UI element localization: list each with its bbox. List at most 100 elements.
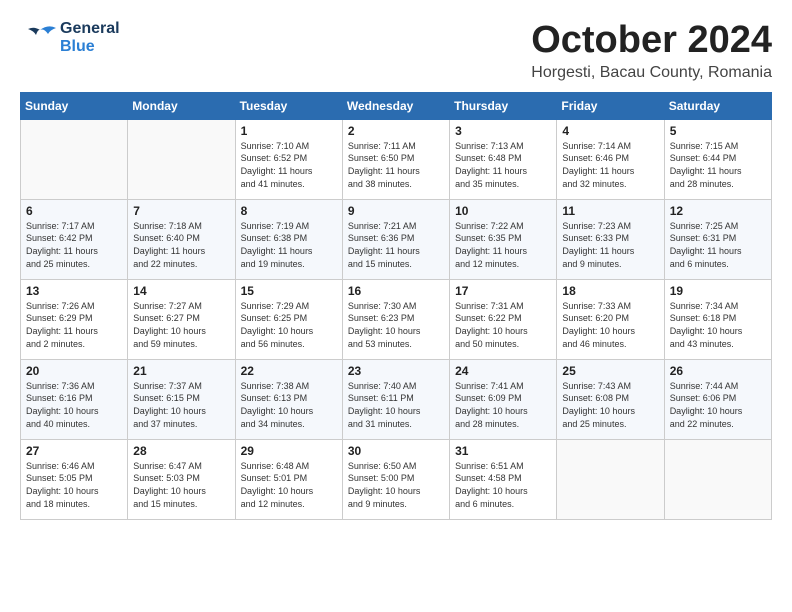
day-number: 2 [348,124,444,138]
calendar-cell: 9 Sunrise: 7:21 AM Sunset: 6:36 PM Daylig… [342,199,449,279]
calendar-cell: 30 Sunrise: 6:50 AM Sunset: 5:00 PM Dayli… [342,439,449,519]
day-info: Sunrise: 7:34 AM Sunset: 6:18 PM Dayligh… [670,300,766,350]
calendar-header-row: SundayMondayTuesdayWednesdayThursdayFrid… [21,92,772,119]
calendar-cell: 7Sunrise: 7:18 AM Sunset: 6:40 PM Daylig… [128,199,235,279]
calendar-cell [21,119,128,199]
location: Horgesti, Bacau County, Romania [531,64,772,82]
day-number: 3 [455,124,551,138]
day-info: Sunrise: 7:19 AM Sunset: 6:38 PM Dayligh… [241,220,337,270]
calendar-cell: 19Sunrise: 7:34 AM Sunset: 6:18 PM Dayli… [664,279,771,359]
day-number: 14 [133,284,229,298]
day-info: Sunrise: 7:33 AM Sunset: 6:20 PM Dayligh… [562,300,658,350]
day-number: 29 [241,444,337,458]
day-info: Sunrise: 6:50 AM Sunset: 5:00 PM Dayligh… [348,460,444,510]
day-info: Sunrise: 7:41 AM Sunset: 6:09 PM Dayligh… [455,380,551,430]
day-number: 23 [348,364,444,378]
calendar-cell: 4 Sunrise: 7:14 AM Sunset: 6:46 PM Daylig… [557,119,664,199]
day-number: 21 [133,364,229,378]
logo-name: General Blue [60,20,120,55]
calendar-cell: 24 Sunrise: 7:41 AM Sunset: 6:09 PM Dayli… [450,359,557,439]
calendar-cell: 13 Sunrise: 7:26 AM Sunset: 6:29 PM Dayli… [21,279,128,359]
calendar-cell [664,439,771,519]
day-number: 16 [348,284,444,298]
calendar-cell: 3 Sunrise: 7:13 AM Sunset: 6:48 PM Daylig… [450,119,557,199]
day-info: Sunrise: 7:13 AM Sunset: 6:48 PM Dayligh… [455,140,551,190]
day-number: 18 [562,284,658,298]
calendar-cell: 17 Sunrise: 7:31 AM Sunset: 6:22 PM Dayli… [450,279,557,359]
day-number: 22 [241,364,337,378]
calendar-cell: 22Sunrise: 7:38 AM Sunset: 6:13 PM Dayli… [235,359,342,439]
day-info: Sunrise: 7:10 AM Sunset: 6:52 PM Dayligh… [241,140,337,190]
calendar-week-row: 1 Sunrise: 7:10 AM Sunset: 6:52 PM Daylig… [21,119,772,199]
day-info: Sunrise: 7:14 AM Sunset: 6:46 PM Dayligh… [562,140,658,190]
day-number: 17 [455,284,551,298]
calendar-table: SundayMondayTuesdayWednesdayThursdayFrid… [20,92,772,520]
day-info: Sunrise: 7:11 AM Sunset: 6:50 PM Dayligh… [348,140,444,190]
calendar-cell: 15Sunrise: 7:29 AM Sunset: 6:25 PM Dayli… [235,279,342,359]
calendar-cell: 23 Sunrise: 7:40 AM Sunset: 6:11 PM Dayli… [342,359,449,439]
calendar-week-row: 13 Sunrise: 7:26 AM Sunset: 6:29 PM Dayli… [21,279,772,359]
calendar-cell: 14 Sunrise: 7:27 AM Sunset: 6:27 PM Dayli… [128,279,235,359]
logo-blue-text: Blue [60,38,120,56]
day-number: 13 [26,284,122,298]
day-info: Sunrise: 7:31 AM Sunset: 6:22 PM Dayligh… [455,300,551,350]
calendar-cell: 27 Sunrise: 6:46 AM Sunset: 5:05 PM Dayli… [21,439,128,519]
day-number: 20 [26,364,122,378]
day-number: 6 [26,204,122,218]
day-number: 30 [348,444,444,458]
day-of-week-header: Saturday [664,92,771,119]
day-number: 4 [562,124,658,138]
day-number: 10 [455,204,551,218]
title-section: October 2024 Horgesti, Bacau County, Rom… [531,20,772,82]
calendar-cell: 11 Sunrise: 7:23 AM Sunset: 6:33 PM Dayli… [557,199,664,279]
day-info: Sunrise: 7:43 AM Sunset: 6:08 PM Dayligh… [562,380,658,430]
day-number: 31 [455,444,551,458]
day-of-week-header: Friday [557,92,664,119]
day-info: Sunrise: 7:15 AM Sunset: 6:44 PM Dayligh… [670,140,766,190]
day-number: 11 [562,204,658,218]
calendar-week-row: 27 Sunrise: 6:46 AM Sunset: 5:05 PM Dayli… [21,439,772,519]
calendar-cell: 20 Sunrise: 7:36 AM Sunset: 6:16 PM Dayli… [21,359,128,439]
day-number: 9 [348,204,444,218]
calendar-cell: 2 Sunrise: 7:11 AM Sunset: 6:50 PM Daylig… [342,119,449,199]
calendar-cell: 18 Sunrise: 7:33 AM Sunset: 6:20 PM Dayli… [557,279,664,359]
logo-icon [20,20,56,56]
day-number: 8 [241,204,337,218]
day-number: 1 [241,124,337,138]
day-info: Sunrise: 7:44 AM Sunset: 6:06 PM Dayligh… [670,380,766,430]
day-of-week-header: Sunday [21,92,128,119]
calendar-cell: 31Sunrise: 6:51 AM Sunset: 4:58 PM Dayli… [450,439,557,519]
day-info: Sunrise: 7:36 AM Sunset: 6:16 PM Dayligh… [26,380,122,430]
day-number: 28 [133,444,229,458]
day-number: 24 [455,364,551,378]
calendar-cell: 12Sunrise: 7:25 AM Sunset: 6:31 PM Dayli… [664,199,771,279]
day-info: Sunrise: 7:29 AM Sunset: 6:25 PM Dayligh… [241,300,337,350]
calendar-cell: 6Sunrise: 7:17 AM Sunset: 6:42 PM Daylig… [21,199,128,279]
logo: General Blue [20,20,120,56]
day-info: Sunrise: 7:25 AM Sunset: 6:31 PM Dayligh… [670,220,766,270]
day-of-week-header: Wednesday [342,92,449,119]
day-info: Sunrise: 7:23 AM Sunset: 6:33 PM Dayligh… [562,220,658,270]
day-info: Sunrise: 7:21 AM Sunset: 6:36 PM Dayligh… [348,220,444,270]
day-number: 27 [26,444,122,458]
calendar-cell [557,439,664,519]
day-info: Sunrise: 7:26 AM Sunset: 6:29 PM Dayligh… [26,300,122,350]
calendar-cell [128,119,235,199]
month-title: October 2024 [531,20,772,62]
calendar-cell: 5Sunrise: 7:15 AM Sunset: 6:44 PM Daylig… [664,119,771,199]
page-header: General Blue October 2024 Horgesti, Baca… [20,20,772,82]
day-info: Sunrise: 7:40 AM Sunset: 6:11 PM Dayligh… [348,380,444,430]
calendar-cell: 16Sunrise: 7:30 AM Sunset: 6:23 PM Dayli… [342,279,449,359]
day-number: 7 [133,204,229,218]
day-of-week-header: Thursday [450,92,557,119]
day-info: Sunrise: 7:27 AM Sunset: 6:27 PM Dayligh… [133,300,229,350]
logo-general-text: General [60,20,120,38]
day-info: Sunrise: 6:46 AM Sunset: 5:05 PM Dayligh… [26,460,122,510]
day-info: Sunrise: 6:47 AM Sunset: 5:03 PM Dayligh… [133,460,229,510]
calendar-cell: 25Sunrise: 7:43 AM Sunset: 6:08 PM Dayli… [557,359,664,439]
day-info: Sunrise: 7:37 AM Sunset: 6:15 PM Dayligh… [133,380,229,430]
calendar-cell: 10Sunrise: 7:22 AM Sunset: 6:35 PM Dayli… [450,199,557,279]
day-info: Sunrise: 6:48 AM Sunset: 5:01 PM Dayligh… [241,460,337,510]
day-number: 26 [670,364,766,378]
calendar-cell: 21 Sunrise: 7:37 AM Sunset: 6:15 PM Dayli… [128,359,235,439]
